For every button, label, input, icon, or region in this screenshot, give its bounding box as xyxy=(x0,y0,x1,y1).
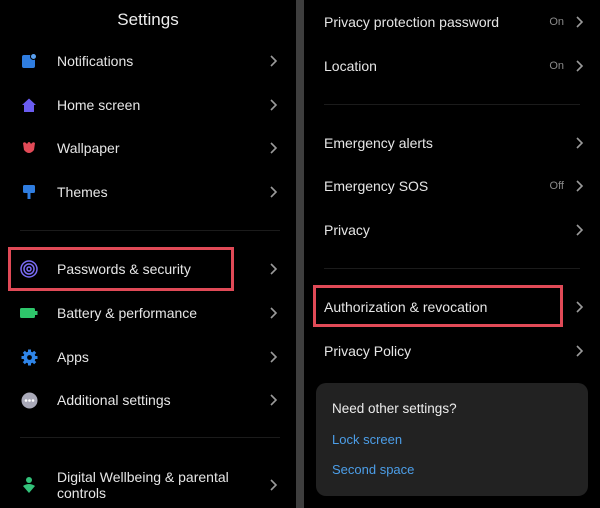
chevron-right-icon xyxy=(270,351,278,363)
settings-item-label: Themes xyxy=(57,184,108,200)
link-second-space[interactable]: Second space xyxy=(332,462,414,477)
chevron-right-icon xyxy=(270,99,278,111)
settings-item-wallpaper[interactable]: Wallpaper xyxy=(0,128,296,168)
status-value: On xyxy=(549,16,564,28)
chevron-right-icon xyxy=(270,142,278,154)
page-title: Settings xyxy=(117,10,179,29)
chevron-right-icon xyxy=(270,479,278,491)
other-settings-card: Need other settings? Lock screen Second … xyxy=(316,383,588,496)
settings-item-themes[interactable]: Themes xyxy=(0,172,296,212)
passwords-security-panel: Privacy protection password On Location … xyxy=(304,0,600,508)
settings-item-additional-settings[interactable]: Additional settings xyxy=(0,380,296,420)
highlight-box xyxy=(313,285,563,327)
chevron-right-icon xyxy=(270,307,278,319)
chevron-right-icon xyxy=(576,60,584,72)
settings-item-label-line1: Digital Wellbeing & parental xyxy=(57,469,229,485)
settings-item-label: Privacy xyxy=(324,222,370,238)
chevron-right-icon xyxy=(270,186,278,198)
highlight-box xyxy=(8,247,234,291)
chevron-right-icon xyxy=(270,394,278,406)
chevron-right-icon xyxy=(576,345,584,357)
settings-item-home-screen[interactable]: Home screen xyxy=(0,85,296,125)
settings-item-label: Apps xyxy=(57,349,89,365)
divider xyxy=(20,437,280,438)
status-value: On xyxy=(549,60,564,72)
card-question: Need other settings? xyxy=(332,401,457,416)
settings-item-label: Wallpaper xyxy=(57,140,120,156)
settings-item-label: Location xyxy=(324,58,377,74)
more-icon xyxy=(20,391,38,409)
divider xyxy=(324,104,580,105)
gear-icon xyxy=(20,348,38,366)
chevron-right-icon xyxy=(576,301,584,313)
settings-item-emergency-sos[interactable]: Emergency SOS Off xyxy=(304,166,600,206)
settings-item-label: Additional settings xyxy=(57,392,171,408)
settings-item-privacy-protection-password[interactable]: Privacy protection password On xyxy=(304,2,600,42)
settings-item-label: Home screen xyxy=(57,97,141,113)
home-icon xyxy=(20,96,38,114)
settings-item-label: Privacy protection password xyxy=(324,14,500,30)
settings-item-digital-wellbeing[interactable]: Digital Wellbeing & parental controls xyxy=(0,464,296,506)
wellbeing-icon xyxy=(20,476,38,494)
wallpaper-icon xyxy=(20,139,38,157)
status-value: Off xyxy=(549,180,564,192)
chevron-right-icon xyxy=(576,137,584,149)
themes-icon xyxy=(20,183,38,201)
settings-item-battery-performance[interactable]: Battery & performance xyxy=(0,293,296,333)
battery-icon xyxy=(20,304,38,322)
chevron-right-icon xyxy=(576,180,584,192)
settings-item-label: Privacy Policy xyxy=(324,343,412,359)
settings-item-emergency-alerts[interactable]: Emergency alerts xyxy=(304,123,600,163)
settings-item-apps[interactable]: Apps xyxy=(0,337,296,377)
settings-item-label: Emergency alerts xyxy=(324,135,433,151)
settings-item-label: Notifications xyxy=(57,53,134,69)
settings-item-privacy[interactable]: Privacy xyxy=(304,210,600,250)
chevron-right-icon xyxy=(270,263,278,275)
chevron-right-icon xyxy=(270,55,278,67)
chevron-right-icon xyxy=(576,224,584,236)
settings-item-label: Emergency SOS xyxy=(324,178,429,194)
panel-divider xyxy=(296,0,304,508)
divider xyxy=(20,230,280,231)
chevron-right-icon xyxy=(576,16,584,28)
notifications-icon xyxy=(20,52,38,70)
settings-item-privacy-policy[interactable]: Privacy Policy xyxy=(304,331,600,371)
settings-item-label-line2: controls xyxy=(57,485,107,501)
settings-main-panel: Settings Notifications Home screen Wallp… xyxy=(0,0,296,508)
settings-item-label: Battery & performance xyxy=(57,305,198,321)
settings-item-location[interactable]: Location On xyxy=(304,46,600,86)
link-lock-screen[interactable]: Lock screen xyxy=(332,432,402,447)
divider xyxy=(324,268,580,269)
settings-item-notifications[interactable]: Notifications xyxy=(0,41,296,81)
